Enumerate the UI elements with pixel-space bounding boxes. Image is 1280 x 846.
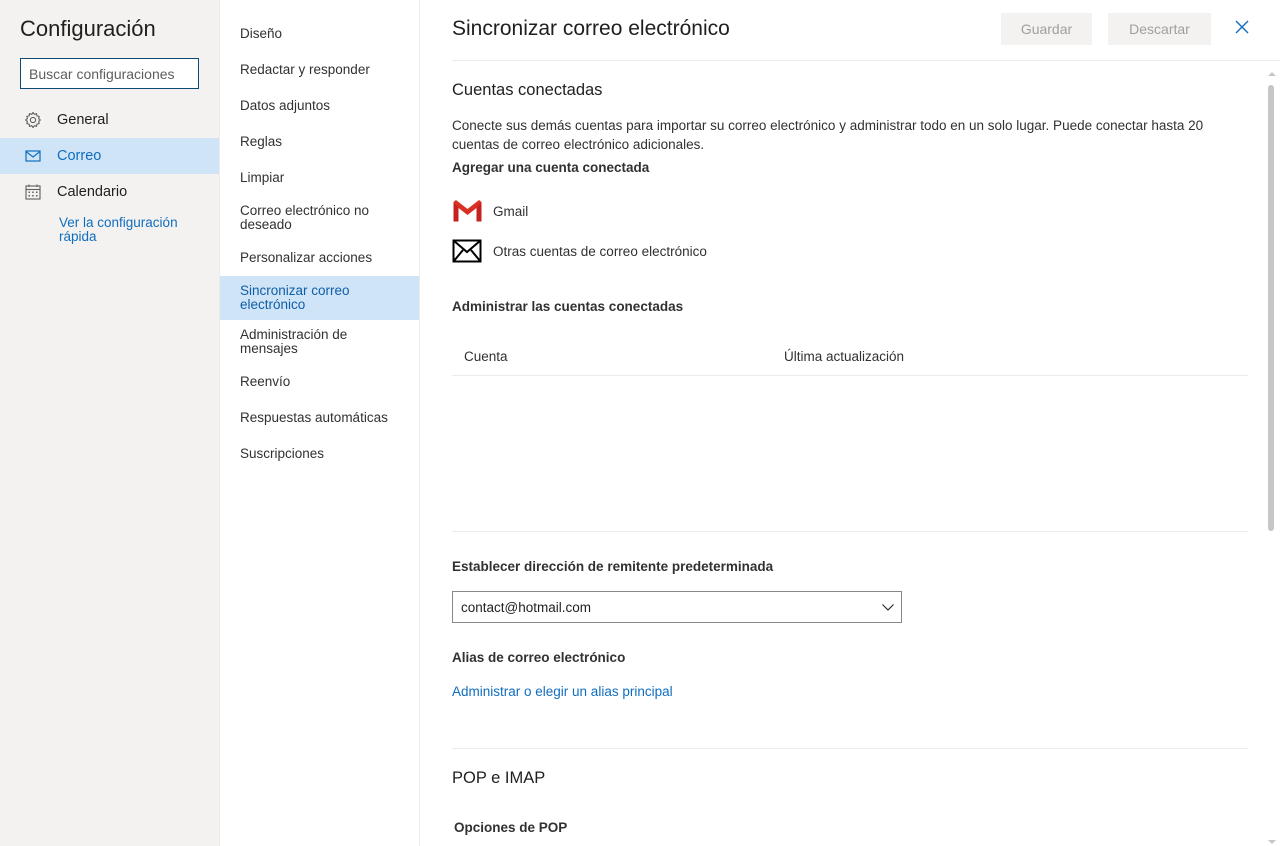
sidebar-item-calendar[interactable]: Calendario [0,174,219,210]
save-button[interactable]: Guardar [1001,13,1092,45]
calendar-icon [24,183,42,201]
gear-icon [24,111,42,129]
nav-item-sync-email[interactable]: Sincronizar correo electrónico [220,276,419,320]
other-accounts-label: Otras cuentas de correo electrónico [493,243,707,259]
settings-title: Configuración [20,16,156,41]
manage-alias-link[interactable]: Administrar o elegir un alias principal [452,684,673,699]
sidebar-item-label: Calendario [57,184,128,200]
sidebar-item-label: Correo [57,148,102,164]
sidebar-item-label: General [57,112,109,128]
column-header-last-updated[interactable]: Última actualización [784,349,904,364]
section-divider [452,531,1248,532]
sidebar-item-general[interactable]: General [0,102,219,138]
sidebar-item-mail[interactable]: Correo [0,138,219,174]
connected-accounts-heading: Cuentas conectadas [452,81,603,99]
search-settings-input[interactable] [20,58,199,89]
pop-imap-heading: POP e IMAP [452,769,546,787]
section-divider [452,748,1248,749]
nav-item-forwarding[interactable]: Reenvío [220,368,419,396]
add-other-account-button[interactable]: Otras cuentas de correo electrónico [452,236,707,266]
mail-settings-nav: Diseño Redactar y responder Datos adjunt… [220,0,420,846]
quick-settings-link[interactable]: Ver la configuración rápida [59,216,199,244]
vertical-scrollbar[interactable] [1264,61,1280,846]
chevron-down-icon [881,600,895,614]
default-sender-value: contact@hotmail.com [461,599,592,615]
pop-options-heading: Opciones de POP [454,820,568,835]
scroll-up-icon[interactable] [1268,65,1276,76]
close-icon [1235,20,1249,39]
nav-item-automatic-replies[interactable]: Respuestas automáticas [220,404,419,432]
nav-item-customize-actions[interactable]: Personalizar acciones [220,244,419,272]
nav-item-sweep[interactable]: Limpiar [220,164,419,192]
nav-item-junk-email[interactable]: Correo electrónico no deseado [220,200,419,236]
add-account-heading: Agregar una cuenta conectada [452,160,650,175]
connected-accounts-description: Conecte sus demás cuentas para importar … [452,118,1204,152]
settings-scroll-area[interactable]: Cuentas conectadas Conecte sus demás cue… [420,61,1280,846]
scrollbar-thumb[interactable] [1268,85,1274,531]
close-button[interactable] [1232,19,1252,39]
gmail-label: Gmail [493,203,529,219]
column-header-account[interactable]: Cuenta [464,349,508,364]
mail-icon [24,147,42,165]
sync-email-panel: Sincronizar correo electrónico Guardar D… [420,0,1280,846]
nav-item-rules[interactable]: Reglas [220,128,419,156]
settings-sidebar: Configuración General Correo Calendario … [0,0,220,846]
envelope-icon [452,236,484,266]
nav-item-subscriptions[interactable]: Suscripciones [220,440,419,468]
nav-item-attachments[interactable]: Datos adjuntos [220,92,419,120]
page-title: Sincronizar correo electrónico [452,17,730,40]
accounts-table-header: Cuenta Última actualización [452,337,1248,376]
default-sender-dropdown[interactable]: contact@hotmail.com [452,591,902,623]
scroll-down-icon[interactable] [1268,833,1276,844]
manage-accounts-heading: Administrar las cuentas conectadas [452,299,684,314]
discard-button[interactable]: Descartar [1108,13,1211,45]
nav-item-layout[interactable]: Diseño [220,20,419,48]
nav-item-compose[interactable]: Redactar y responder [220,56,419,84]
add-gmail-button[interactable]: Gmail [452,196,528,226]
default-sender-heading: Establecer dirección de remitente predet… [452,559,774,574]
nav-item-message-handling[interactable]: Administración de mensajes [220,324,419,360]
gmail-icon [452,196,484,226]
email-alias-heading: Alias de correo electrónico [452,650,626,665]
